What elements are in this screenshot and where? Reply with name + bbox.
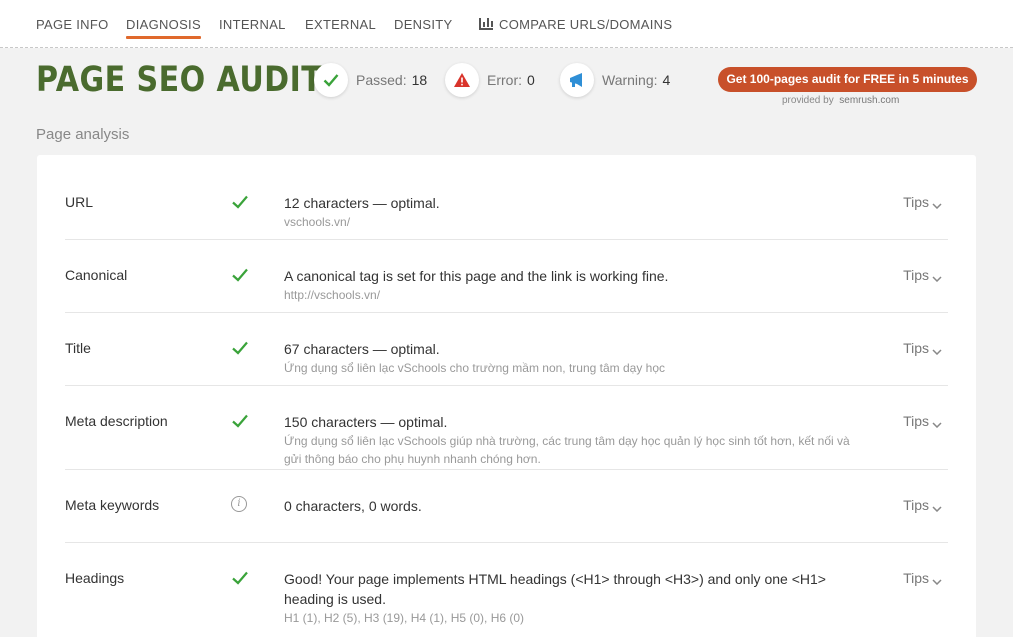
check-icon — [231, 339, 249, 357]
warning-count: 4 — [662, 72, 671, 88]
error-count: 0 — [527, 72, 535, 88]
page-title: PAGE SEO AUDIT — [36, 60, 323, 100]
provided-by: provided by semrush.com — [782, 95, 899, 106]
check-icon — [231, 266, 249, 284]
row-desc-sub: http://vschools.vn/ — [284, 288, 381, 302]
row-desc-text: A canonical tag is set for this page and… — [284, 268, 669, 284]
warning-label: Warning: — [602, 72, 658, 88]
row-desc-sub: H1 (1), H2 (5), H3 (19), H4 (1), H5 (0),… — [284, 611, 525, 625]
error-triangle-icon — [445, 63, 479, 97]
row-name: Meta keywords — [65, 497, 160, 513]
table-row: Meta keywords i 0 characters, 0 words. T… — [65, 470, 948, 543]
row-desc-text: 67 characters — optimal. — [284, 341, 440, 357]
check-icon — [231, 412, 249, 430]
tab-compare-urls-label: COMPARE URLS/DOMAINS — [499, 17, 673, 32]
table-row: Headings Good! Your page implements HTML… — [65, 543, 948, 637]
free-audit-button[interactable]: Get 100-pages audit for FREE in 5 minute… — [718, 67, 977, 92]
tips-button[interactable]: Tips — [903, 497, 942, 513]
provider-link[interactable]: semrush.com — [839, 95, 899, 106]
tips-label: Tips — [903, 194, 929, 210]
warning-stat: Warning: 4 — [560, 62, 670, 98]
row-desc-text: Good! Your page implements HTML headings… — [284, 571, 826, 607]
chevron-down-icon — [932, 506, 942, 513]
check-icon — [231, 193, 249, 211]
tab-compare-urls[interactable]: COMPARE URLS/DOMAINS — [479, 17, 672, 32]
passed-stat: Passed: 18 — [314, 62, 427, 98]
row-desc-text: 0 characters, 0 words. — [284, 498, 422, 514]
table-row: Meta description 150 characters — optima… — [65, 386, 948, 470]
chevron-down-icon — [932, 422, 942, 429]
row-desc-sub: Ứng dụng sổ liên lạc vSchools giúp nhà t… — [284, 434, 850, 466]
info-icon: i — [231, 496, 249, 514]
row-description: 150 characters — optimal. Ứng dụng sổ li… — [284, 412, 854, 468]
check-icon — [231, 569, 249, 587]
chevron-down-icon — [932, 203, 942, 210]
tips-button[interactable]: Tips — [903, 267, 942, 283]
tips-button[interactable]: Tips — [903, 194, 942, 210]
row-desc-text: 150 characters — optimal. — [284, 414, 448, 430]
tab-external[interactable]: EXTERNAL — [305, 17, 376, 32]
tab-internal[interactable]: INTERNAL — [219, 17, 286, 32]
tips-button[interactable]: Tips — [903, 570, 942, 586]
row-description: A canonical tag is set for this page and… — [284, 266, 854, 304]
row-description: 0 characters, 0 words. — [284, 496, 854, 516]
tips-label: Tips — [903, 340, 929, 356]
error-label: Error: — [487, 72, 522, 88]
passed-count: 18 — [411, 72, 428, 88]
tips-label: Tips — [903, 413, 929, 429]
check-icon — [314, 63, 348, 97]
megaphone-icon — [560, 63, 594, 97]
chevron-down-icon — [932, 276, 942, 283]
row-name: Title — [65, 340, 91, 356]
row-desc-text: 12 characters — optimal. — [284, 195, 440, 211]
chevron-down-icon — [932, 579, 942, 586]
tips-button[interactable]: Tips — [903, 413, 942, 429]
analysis-card: URL 12 characters — optimal. vschools.vn… — [37, 155, 976, 637]
tab-diagnosis[interactable]: DIAGNOSIS — [126, 17, 201, 39]
provided-by-label: provided by — [782, 95, 834, 106]
tips-label: Tips — [903, 267, 929, 283]
tab-page-info[interactable]: PAGE INFO — [36, 17, 109, 32]
row-name: Meta description — [65, 413, 168, 429]
row-name: Canonical — [65, 267, 128, 283]
row-description: Good! Your page implements HTML headings… — [284, 569, 854, 627]
top-nav: PAGE INFO DIAGNOSIS INTERNAL EXTERNAL DE… — [0, 0, 1013, 48]
chevron-down-icon — [932, 349, 942, 356]
table-row: Canonical A canonical tag is set for thi… — [65, 240, 948, 313]
row-name: URL — [65, 194, 94, 210]
row-name: Headings — [65, 570, 125, 586]
row-description: 67 characters — optimal. Ứng dụng sổ liê… — [284, 339, 854, 377]
tab-density[interactable]: DENSITY — [394, 17, 452, 32]
table-row: URL 12 characters — optimal. vschools.vn… — [65, 163, 948, 240]
table-row: Title 67 characters — optimal. Ứng dụng … — [65, 313, 948, 386]
tips-label: Tips — [903, 497, 929, 513]
row-desc-sub: vschools.vn/ — [284, 215, 351, 229]
section-label: Page analysis — [36, 126, 130, 143]
bar-chart-icon — [479, 18, 493, 30]
row-desc-sub: Ứng dụng sổ liên lạc vSchools cho trường… — [284, 361, 666, 375]
tips-button[interactable]: Tips — [903, 340, 942, 356]
tips-label: Tips — [903, 570, 929, 586]
error-stat: Error: 0 — [445, 62, 535, 98]
row-description: 12 characters — optimal. vschools.vn/ — [284, 193, 854, 231]
passed-label: Passed: — [356, 72, 407, 88]
